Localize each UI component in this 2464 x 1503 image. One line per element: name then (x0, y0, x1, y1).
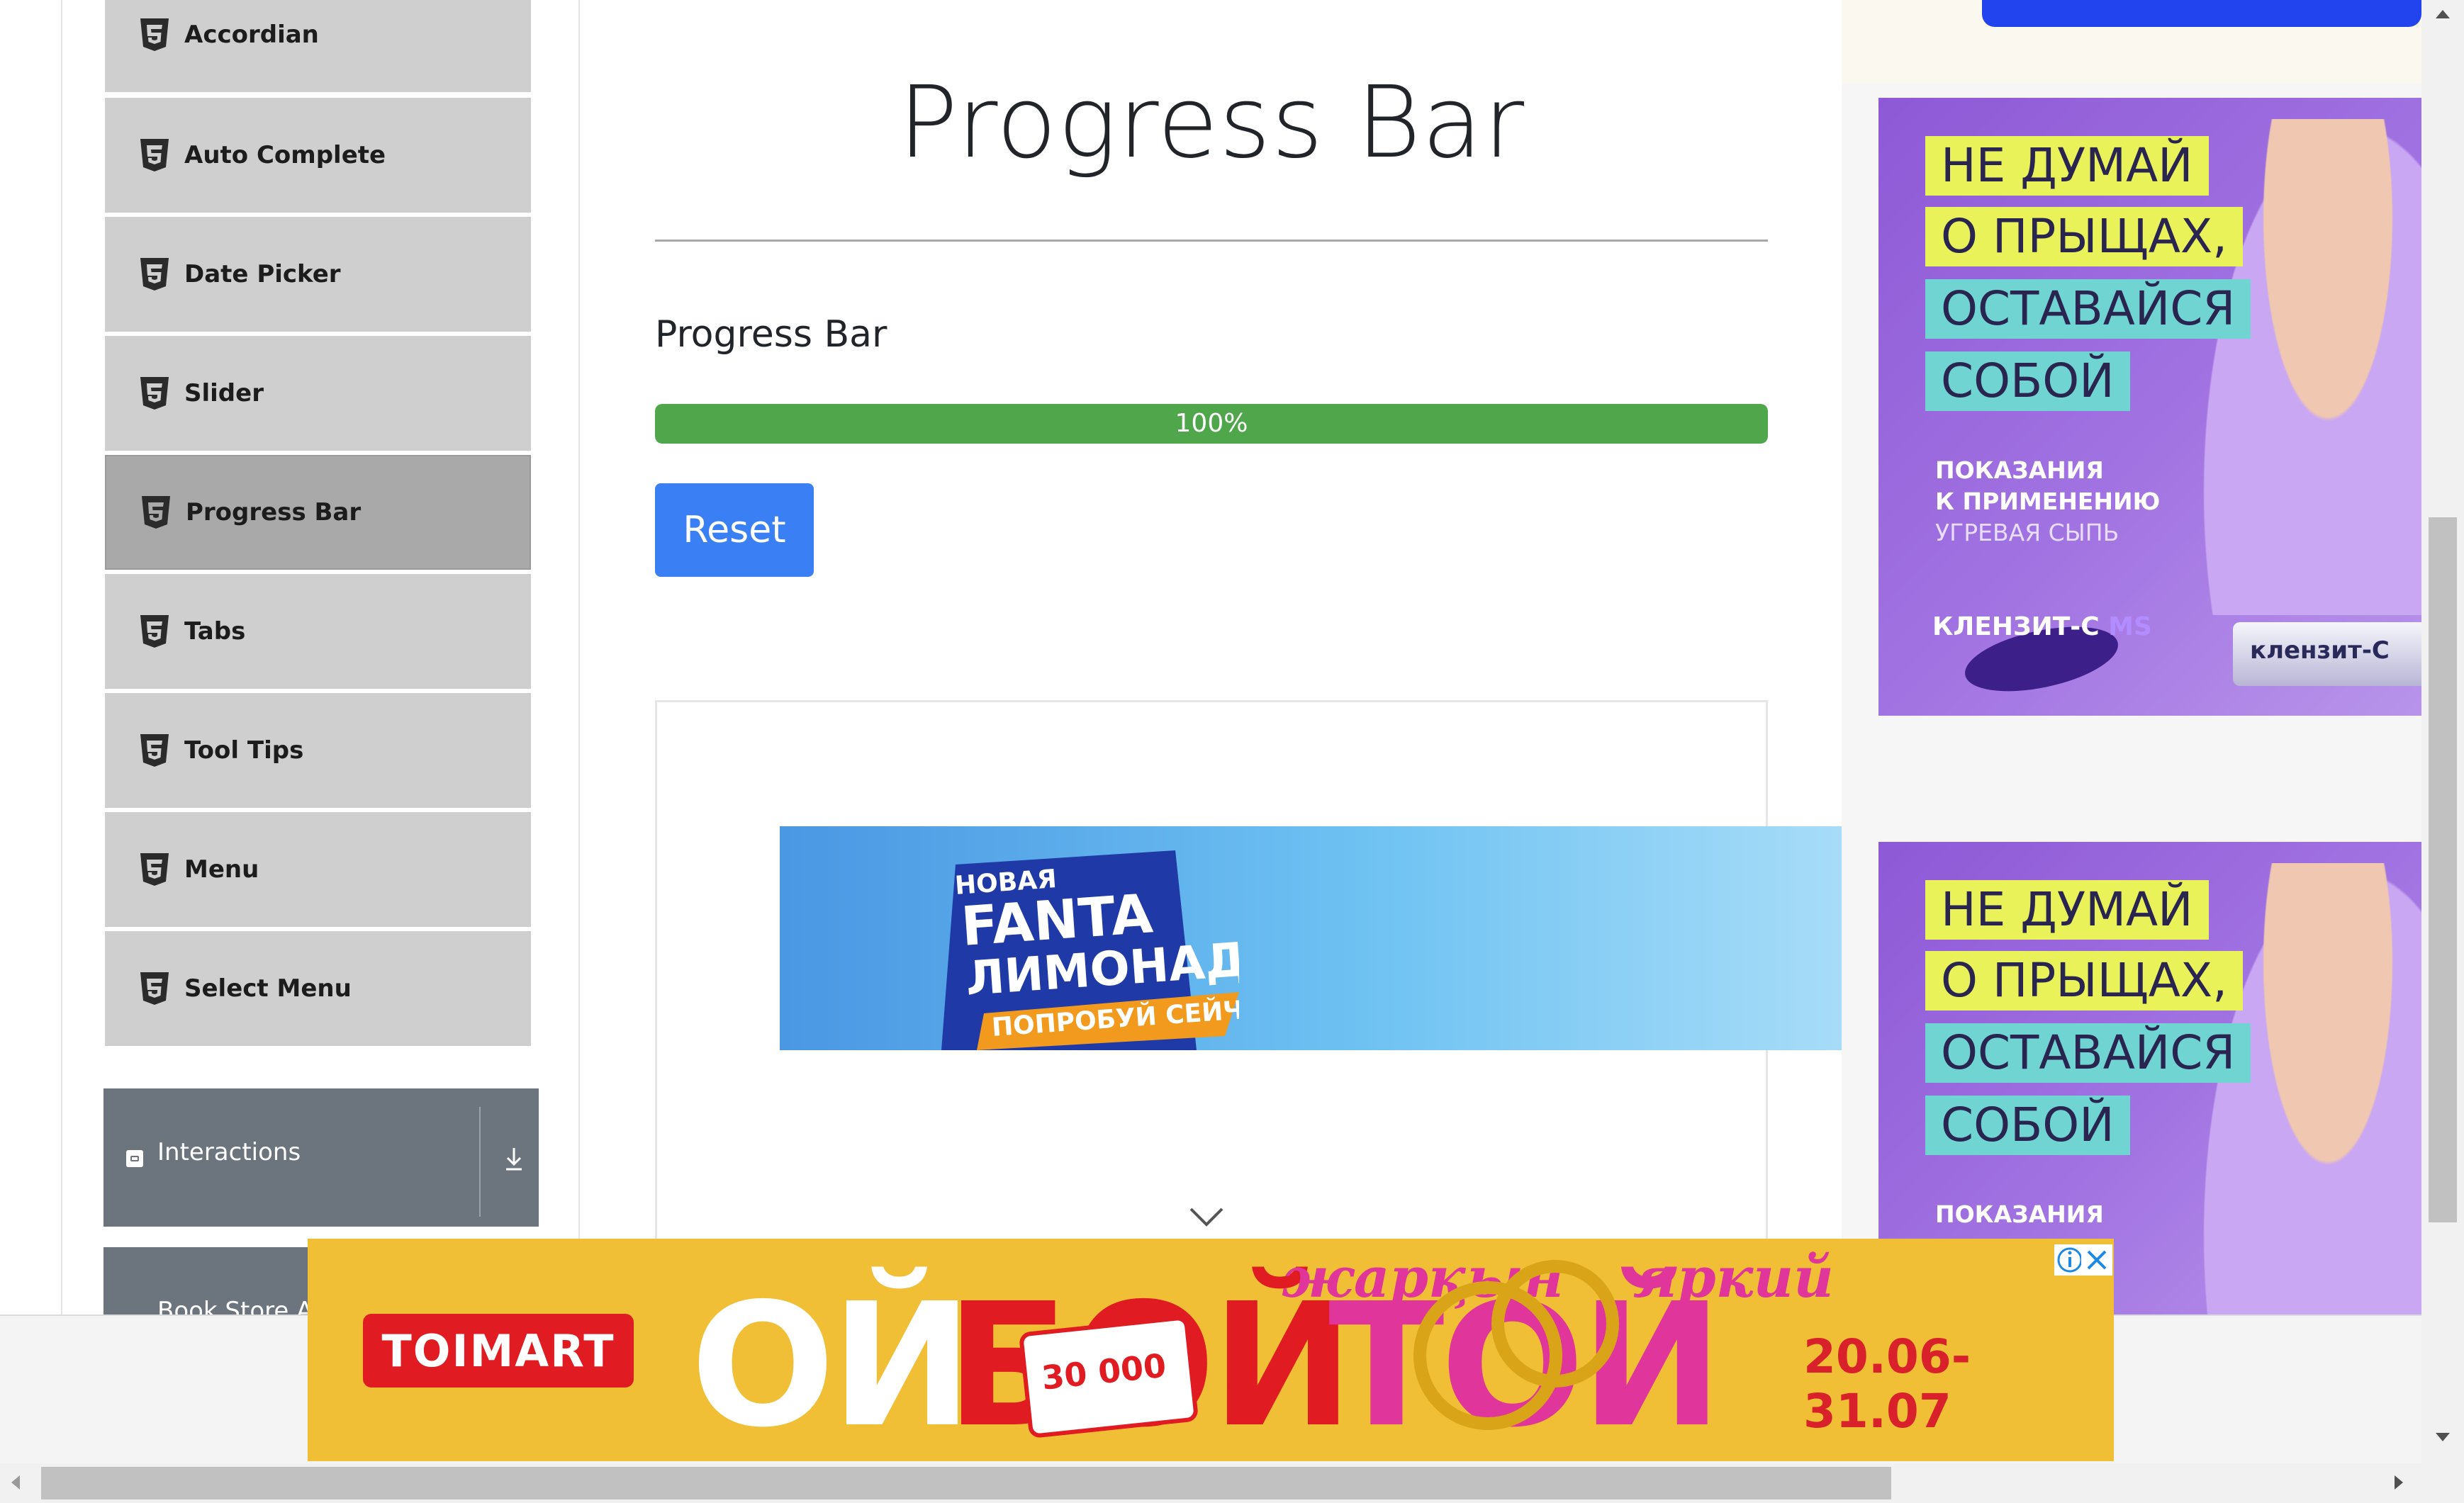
ad-script-2: яркий (1633, 1246, 1834, 1310)
sidebar-item-date-picker[interactable]: Date Picker (105, 217, 531, 332)
page-title: Progress Bar (897, 65, 1525, 181)
sidebar-border-left (61, 0, 62, 1315)
sidebar-item-label: Date Picker (184, 260, 341, 288)
ad-brand-suffix: MS (2108, 612, 2152, 641)
scroll-left-icon[interactable] (9, 1473, 23, 1492)
ring-image (1491, 1260, 1619, 1387)
ad-tag-2: О ПРЫЩАХ, (1925, 207, 2244, 266)
ad-badge-text: 30 000 (1039, 1346, 1168, 1397)
sidebar-item-tool-tips[interactable]: Tool Tips (105, 693, 531, 808)
sidebar-item-label: Select Menu (184, 974, 352, 1003)
scroll-right-icon[interactable] (2392, 1473, 2406, 1492)
interactions-icon (126, 1150, 143, 1167)
html5-icon (140, 18, 169, 51)
ad-badge: 30 000 (1018, 1315, 1199, 1439)
scroll-down-icon[interactable] (2433, 1430, 2453, 1444)
html5-icon (140, 258, 169, 291)
ad-tube-label: клензит-С (2250, 636, 2390, 665)
fanta-ad-banner[interactable]: НОВАЯ FANTA ЛИМОНАД ПОПРОБУЙ СЕЙЧАС! (780, 826, 1843, 1050)
ad-tag-1: НЕ ДУМАЙ (1925, 880, 2209, 940)
ad-brand: КЛЕНЗИТ-С MS (1932, 612, 2152, 641)
ad-tag-2: О ПРЫЩАХ, (1925, 951, 2244, 1011)
section-title: Progress Bar (655, 313, 887, 356)
ad-brand-name: КЛЕНЗИТ-С (1932, 612, 2100, 641)
scroll-up-icon[interactable] (2433, 7, 2453, 21)
sidebar-border-right (578, 0, 580, 1315)
sidebar-item-auto-complete[interactable]: Auto Complete (105, 98, 531, 213)
ad-small-3: УГРЕВАЯ СЫПЬ (1935, 519, 2119, 546)
sidebar-item-label: Progress Bar (186, 498, 362, 527)
sidebar-item-progress-bar[interactable]: Progress Bar (105, 455, 531, 570)
ad-tag-3: ОСТАВАЙСЯ (1925, 279, 2251, 339)
html5-icon (140, 615, 169, 648)
html5-icon (140, 972, 169, 1005)
sidebar-item-label: Menu (184, 855, 259, 884)
html5-icon (140, 139, 169, 171)
sidebar-item-label: Slider (184, 379, 264, 407)
title-divider (655, 240, 1768, 242)
ad-small-1: ПОКАЗАНИЯ (1935, 1200, 2104, 1228)
ad-person-image (2200, 863, 2427, 1315)
ad-small-1: ПОКАЗАНИЯ (1935, 456, 2104, 484)
ad-tag-4: СОБОЙ (1925, 1096, 2130, 1155)
toimart-ad-banner[interactable]: TOIMART ОЙ БОЙ ТОЙ жарқын яркий 30 000 2… (308, 1239, 2114, 1461)
toimart-logo: TOIMART (363, 1314, 634, 1387)
ad-tag-4: СОБОЙ (1925, 351, 2130, 411)
ad-word-1: ОЙ (690, 1266, 973, 1461)
ad-date: 20.06-31.07 (1803, 1329, 1971, 1439)
progress-bar-label: 100% (1175, 409, 1248, 438)
html5-icon (140, 734, 169, 767)
ad-small-2: К ПРИМЕНЕНИЮ (1935, 488, 2161, 515)
fanta-logo: НОВАЯ FANTA ЛИМОНАД ПОПРОБУЙ СЕЙЧАС! (941, 850, 1239, 1050)
sidebar-item-label: Auto Complete (184, 141, 386, 169)
ad-tag-1: НЕ ДУМАЙ (1925, 136, 2209, 196)
group-header-label: Interactions (157, 1138, 301, 1166)
sidebar-item-slider[interactable]: Slider (105, 336, 531, 451)
progress-bar: 100% (655, 404, 1768, 444)
ad-product-tube: клензит-С (2233, 622, 2427, 686)
sidebar-item-label: Tabs (184, 617, 246, 646)
sidebar-item-accordian[interactable]: Accordian (105, 0, 531, 92)
sidebar-item-label: Tool Tips (184, 736, 304, 765)
sidebar-item-tabs[interactable]: Tabs (105, 574, 531, 689)
html5-icon (140, 377, 169, 410)
sidebar-item-select-menu[interactable]: Select Menu (105, 931, 531, 1046)
sidebar-item-label: Accordian (184, 21, 319, 49)
top-ad-button[interactable] (1982, 0, 2421, 27)
horizontal-scrollbar-thumb[interactable] (41, 1467, 1891, 1499)
divider (479, 1107, 481, 1217)
reset-button[interactable]: Reset (655, 483, 814, 577)
ad-close-icon[interactable] (2081, 1244, 2112, 1276)
group-header-interactions[interactable]: Interactions (103, 1088, 539, 1227)
chevron-down-icon[interactable] (1188, 1205, 1225, 1229)
klenzit-ad-1[interactable]: НЕ ДУМАЙ О ПРЫЩАХ, ОСТАВАЙСЯ СОБОЙ ПОКАЗ… (1878, 98, 2427, 716)
ad-person-image (2200, 119, 2427, 615)
download-icon[interactable] (502, 1145, 526, 1173)
html5-icon (142, 496, 170, 529)
sidebar-item-menu[interactable]: Menu (105, 812, 531, 927)
vertical-scrollbar-thumb[interactable] (2429, 517, 2457, 1222)
html5-icon (140, 853, 169, 886)
ad-tag-3: ОСТАВАЙСЯ (1925, 1023, 2251, 1083)
